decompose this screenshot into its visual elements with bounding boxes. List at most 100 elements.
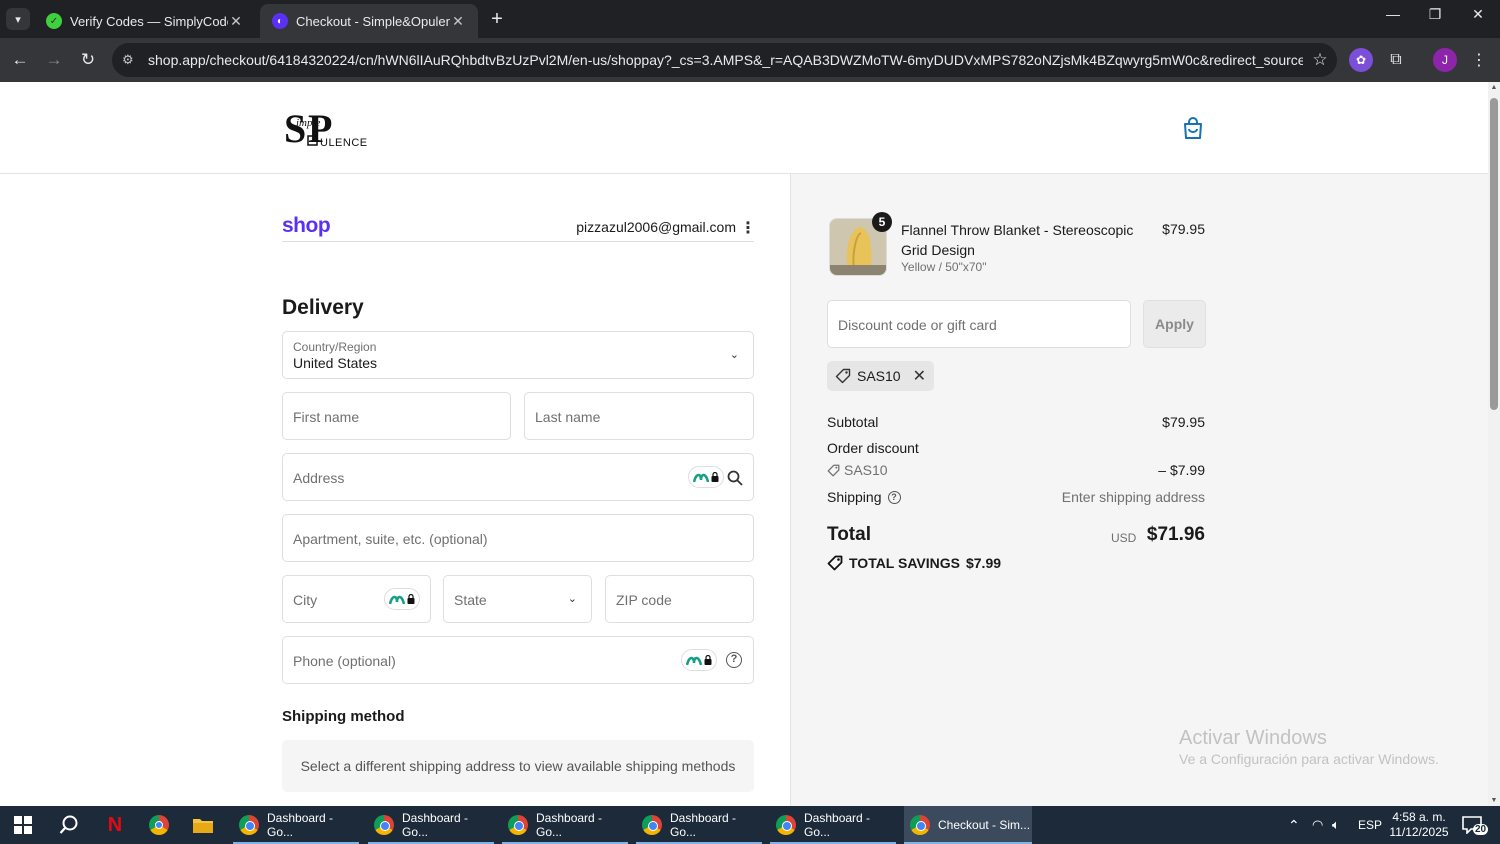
new-tab-button[interactable]: + (486, 8, 508, 30)
tray-overflow-chevron-icon[interactable]: ⌃ (1288, 806, 1300, 844)
applied-discount-chip: SAS10 ✕ (827, 361, 934, 391)
country-label: Country/Region (293, 340, 377, 354)
autofill-lock-badge[interactable] (688, 466, 724, 488)
bookmark-star-icon[interactable]: ☆ (1303, 50, 1337, 70)
discount-placeholder: Discount code or gift card (838, 317, 997, 333)
volume-icon[interactable]: 🔈︎ (1332, 806, 1340, 844)
start-button[interactable] (10, 812, 36, 838)
country-value: United States (293, 355, 378, 371)
shop-pay-logo: shop (282, 214, 331, 237)
notification-count: 20 (1473, 824, 1489, 835)
tab-checkout[interactable]: ◐ Checkout - Simple&Opulence ✕ (260, 4, 478, 38)
minimize-button[interactable]: — (1378, 6, 1408, 22)
simplycodes-favicon-icon: ✓ (46, 13, 62, 29)
search-icon[interactable] (56, 812, 82, 838)
lock-icon (407, 594, 415, 604)
apply-discount-button[interactable]: Apply (1143, 300, 1206, 348)
windows-activation-title: Activar Windows (1179, 727, 1327, 749)
netflix-icon[interactable]: N (102, 812, 128, 838)
subtotal-value: $79.95 (1162, 414, 1205, 430)
order-summary-column: 5 Flannel Throw Blanket - Stereoscopic G… (790, 174, 1488, 806)
remove-discount-icon[interactable]: ✕ (913, 366, 926, 386)
taskbar-app-label: Dashboard - Go... (402, 811, 469, 839)
browser-menu-icon[interactable]: ⋮ (1467, 48, 1491, 72)
shipping-value: Enter shipping address (1061, 489, 1205, 505)
city-placeholder: City (293, 592, 318, 608)
autofill-lock-badge[interactable] (384, 588, 420, 610)
account-menu-icon[interactable]: ⋮ (740, 218, 756, 238)
tab-search-button[interactable]: ▾ (6, 8, 30, 30)
taskbar-app-checkout[interactable]: Checkout - Sim... (904, 806, 1032, 844)
checkout-page: S P imple ULENCE shop pizzazul2006@gmail… (0, 82, 1488, 806)
taskbar-app-dashboard-1[interactable]: Dashboard - Go... (233, 806, 359, 844)
close-tab-icon[interactable]: ✕ (228, 13, 244, 30)
help-icon[interactable]: ? (726, 652, 742, 668)
lock-icon (704, 655, 712, 665)
shipping-help-icon[interactable]: ? (887, 490, 901, 504)
notifications-button[interactable]: 20 (1460, 814, 1490, 838)
savings-tag-icon (827, 555, 843, 571)
tab-title: Verify Codes — SimplyCodes (70, 13, 228, 29)
taskbar-app-label: Dashboard - Go... (267, 811, 334, 839)
discount-code-row: SAS10 – $7.99 (827, 462, 1205, 478)
savings-value: $7.99 (965, 555, 1002, 571)
taskbar-app-dashboard-2[interactable]: Dashboard - Go... (368, 806, 494, 844)
url-text[interactable]: shop.app/checkout/64184320224/cn/hWN6lIA… (148, 52, 1303, 68)
phone-input[interactable]: Phone (optional) ? (282, 636, 754, 684)
chrome-icon (776, 815, 796, 835)
taskbar-app-dashboard-4[interactable]: Dashboard - Go... (636, 806, 762, 844)
site-info-icon[interactable]: ⚙ (122, 52, 144, 68)
forward-button[interactable]: → (42, 48, 66, 72)
extensions-puzzle-icon[interactable]: ⧉ (1384, 48, 1408, 72)
delivery-heading: Delivery (282, 296, 364, 319)
country-select[interactable]: Country/Region United States ⌄ (282, 331, 754, 379)
profile-avatar[interactable]: J (1433, 48, 1457, 72)
address-bar[interactable]: ⚙ shop.app/checkout/64184320224/cn/hWN6l… (112, 43, 1337, 77)
language-indicator[interactable]: ESP (1358, 806, 1382, 844)
scroll-down-arrow-icon[interactable]: ▼ (1490, 797, 1498, 804)
scroll-thumb[interactable] (1490, 98, 1498, 410)
total-savings: TOTAL SAVINGS $7.99 (827, 555, 1001, 571)
apartment-input[interactable]: Apartment, suite, etc. (optional) (282, 514, 754, 562)
first-name-input[interactable]: First name (282, 392, 511, 440)
windows-activation-subtitle: Ve a Configuración para activar Windows. (1179, 751, 1439, 767)
shopping-bag-icon[interactable] (1182, 116, 1204, 140)
state-select[interactable]: State ⌄ (443, 575, 592, 623)
clock-time: 4:58 a. m. (1392, 810, 1446, 824)
reload-button[interactable]: ↻ (76, 48, 100, 72)
store-logo[interactable]: S P imple ULENCE (284, 104, 384, 150)
tab-verify-codes[interactable]: ✓ Verify Codes — SimplyCodes ✕ (34, 4, 256, 38)
scroll-up-arrow-icon[interactable]: ▲ (1490, 84, 1498, 91)
system-clock[interactable]: 4:58 a. m. 11/12/2025 (1384, 810, 1454, 840)
last-name-input[interactable]: Last name (524, 392, 754, 440)
zip-input[interactable]: ZIP code (605, 575, 754, 623)
checkout-form-column: shop pizzazul2006@gmail.com ⋮ Delivery C… (0, 174, 790, 806)
chrome-icon[interactable] (146, 812, 172, 838)
restore-button[interactable]: ❐ (1420, 6, 1450, 23)
taskbar-app-dashboard-3[interactable]: Dashboard - Go... (502, 806, 628, 844)
chrome-icon (642, 815, 662, 835)
product-price: $79.95 (1162, 221, 1205, 237)
state-placeholder: State (454, 592, 487, 608)
savings-label: TOTAL SAVINGS (849, 555, 960, 571)
clock-date: 11/12/2025 (1389, 825, 1449, 839)
browser-toolbar: ← → ↻ ⚙ shop.app/checkout/64184320224/cn… (0, 38, 1500, 82)
subtotal-label: Subtotal (827, 414, 879, 430)
taskbar-app-dashboard-5[interactable]: Dashboard - Go... (770, 806, 896, 844)
autofill-icon (693, 473, 709, 482)
discount-code-input[interactable]: Discount code or gift card (827, 300, 1131, 348)
file-explorer-icon[interactable] (190, 812, 216, 838)
product-name: Flannel Throw Blanket - Stereoscopic Gri… (901, 222, 1134, 258)
tag-icon (827, 464, 840, 476)
autofill-lock-badge[interactable] (681, 649, 717, 671)
city-input[interactable]: City (282, 575, 431, 623)
back-button[interactable]: ← (8, 48, 32, 72)
close-tab-icon[interactable]: ✕ (450, 13, 466, 30)
search-icon[interactable] (727, 470, 743, 486)
extension-icon[interactable]: ✿ (1349, 48, 1373, 72)
close-window-button[interactable]: ✕ (1463, 6, 1493, 23)
windows-taskbar: N Dashboard - Go... Dashboard - Go... Da… (0, 806, 1500, 844)
page-scrollbar[interactable]: ▲ ▼ (1488, 82, 1500, 806)
address-input[interactable]: Address (282, 453, 754, 501)
network-icon[interactable]: ◠ (1312, 806, 1323, 844)
